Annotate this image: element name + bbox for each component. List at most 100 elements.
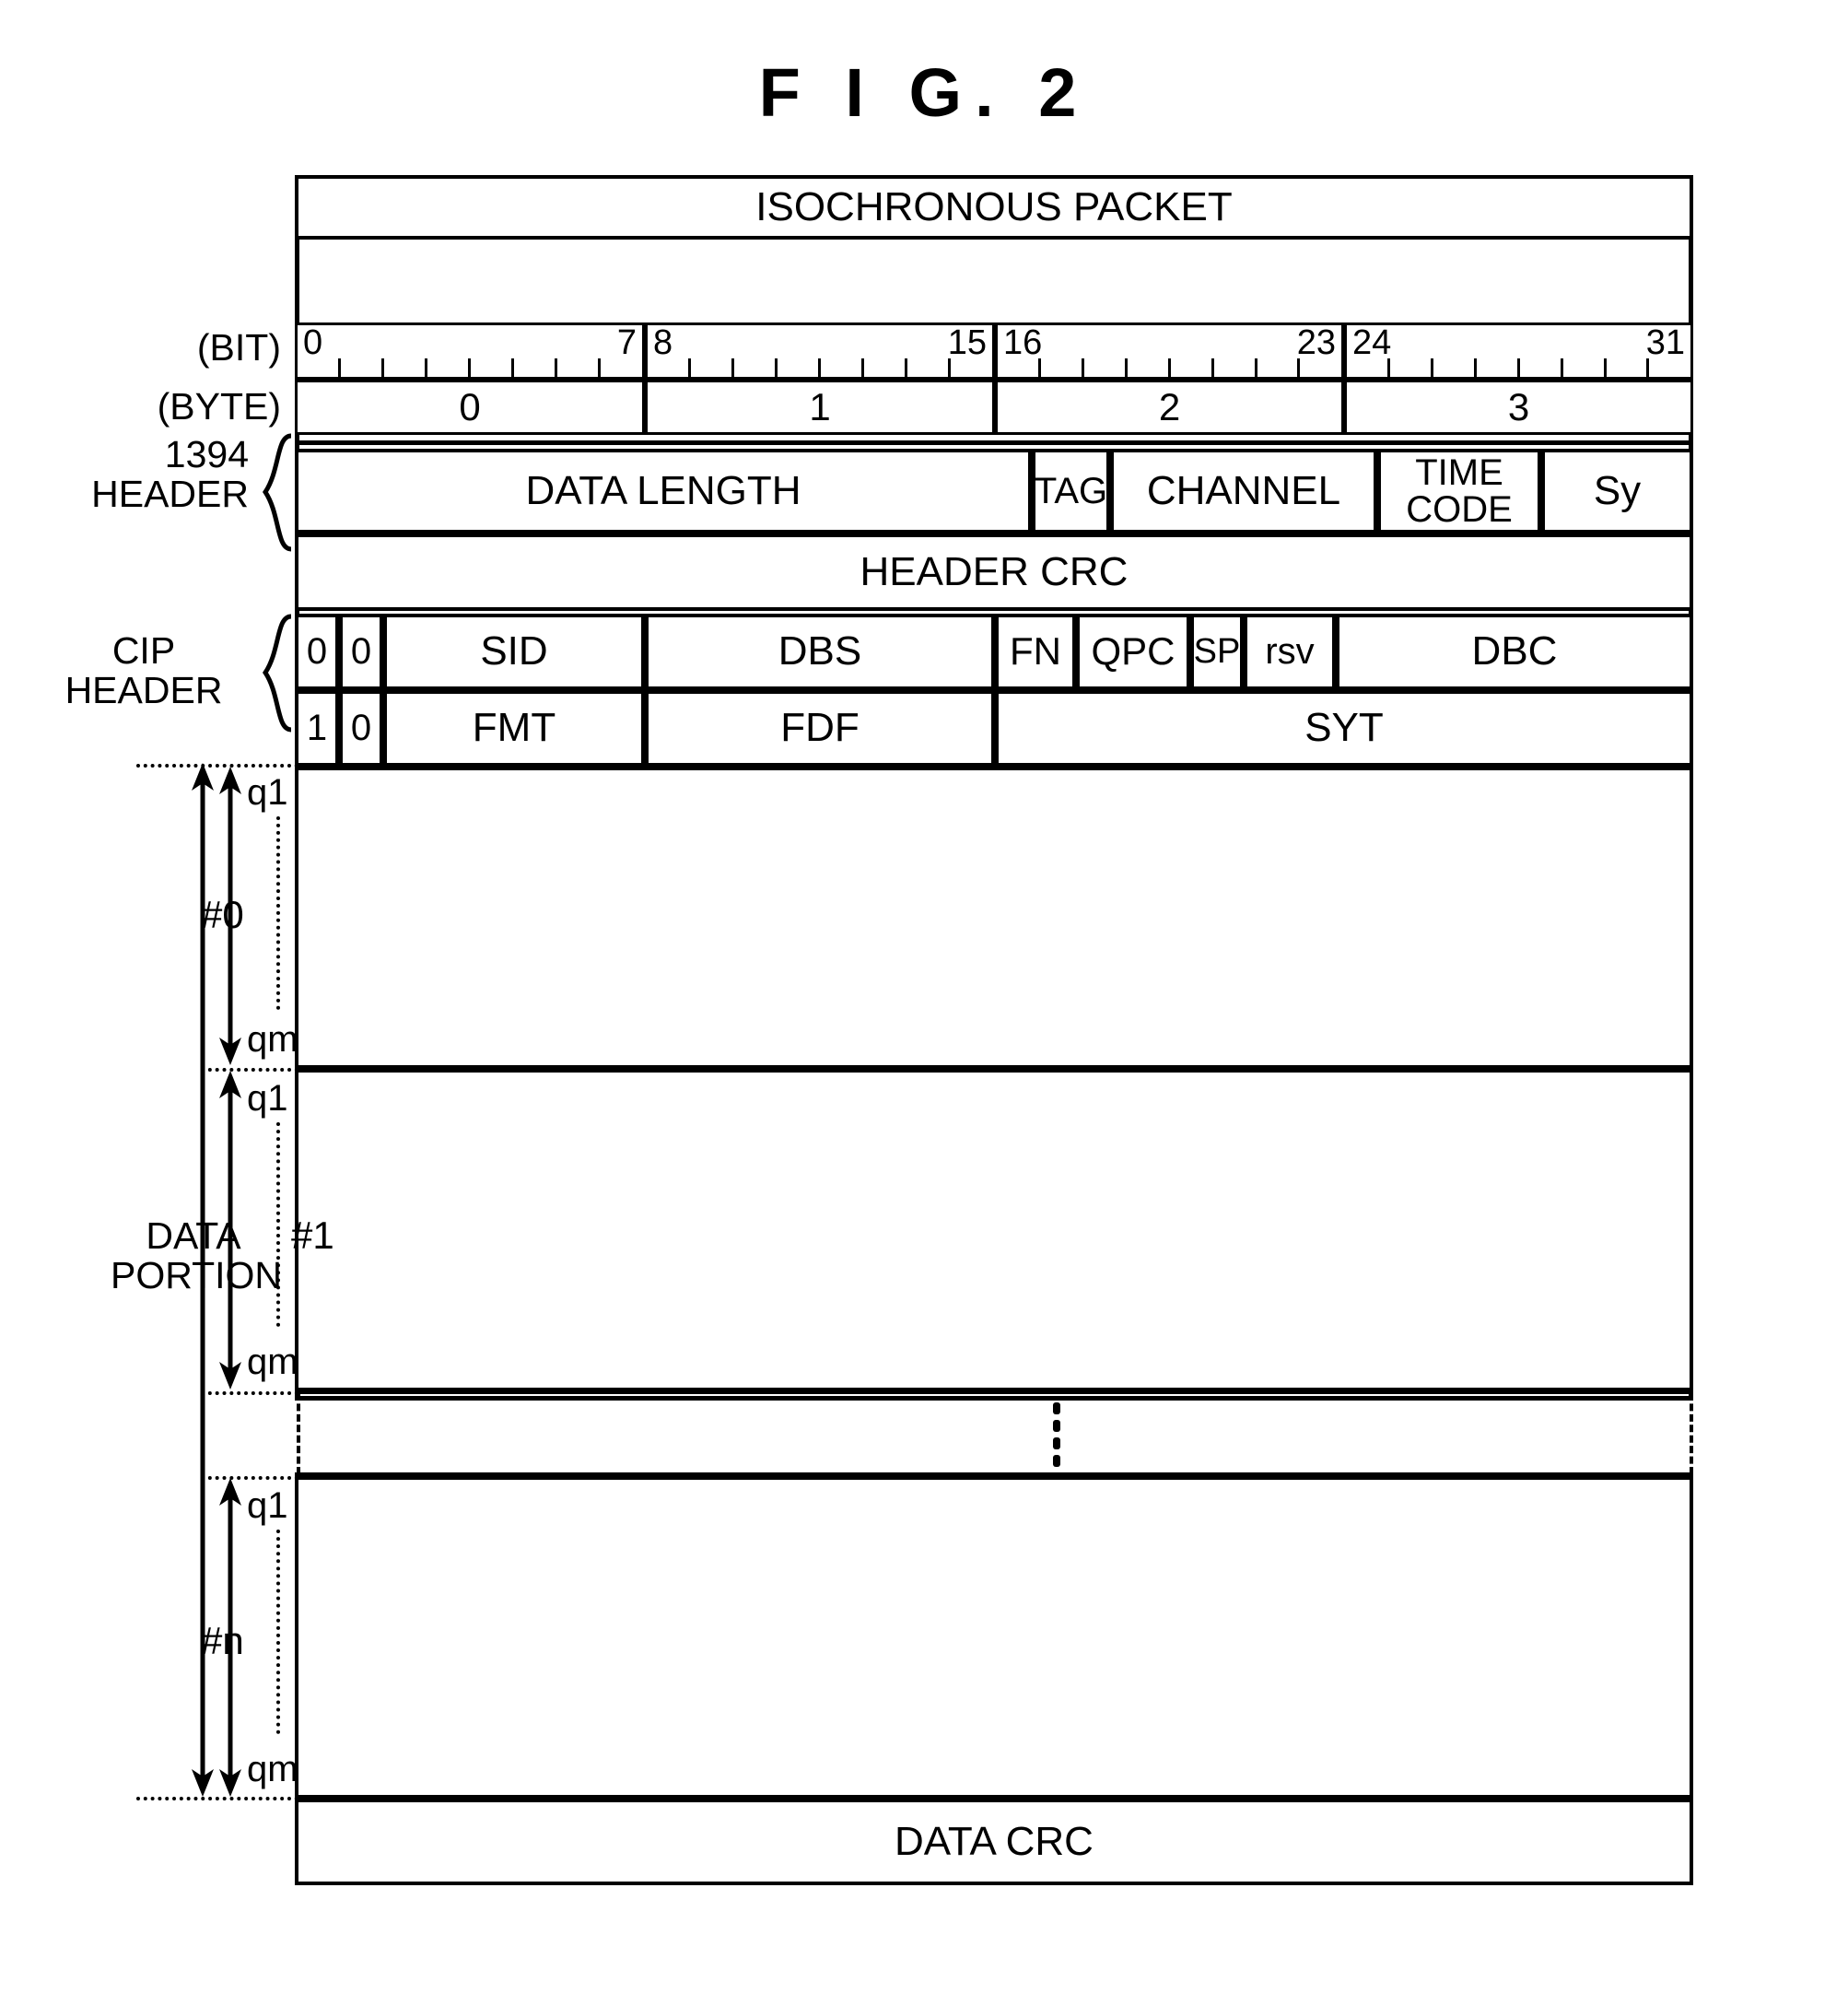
field-data-crc: DATA CRC <box>295 1799 1693 1885</box>
field-rsv: rsv <box>1244 614 1336 690</box>
bit-range-cell-2: 16 23 <box>995 322 1344 380</box>
field-header-crc: HEADER CRC <box>295 533 1693 611</box>
field-sp: SP <box>1190 614 1244 690</box>
byte-number-2: 2 <box>1158 384 1181 428</box>
cip-header-label-text: CIP HEADER <box>64 629 223 711</box>
field-dbs-label: DBS <box>778 628 862 674</box>
field-fmt: FMT <box>383 690 645 767</box>
bit-range-end-2: 23 <box>1296 323 1336 362</box>
field-channel-label: CHANNEL <box>1146 467 1341 513</box>
isochronous-packet-diagram: ISOCHRONOUS PACKET (BIT) (BYTE) 0 7 8 15… <box>0 0 1848 2005</box>
guide-line-block1-bottom <box>201 1391 298 1395</box>
bit-range-start-3: 24 <box>1352 323 1392 362</box>
field-qpc-label: QPC <box>1091 629 1175 674</box>
data-block-1 <box>295 1069 1693 1391</box>
data-block-n <box>295 1476 1693 1799</box>
data-block-1-top-label: q1 <box>247 1078 288 1119</box>
field-sp-label: SP <box>1193 632 1241 672</box>
field-time-code: TIME CODE <box>1377 449 1541 533</box>
byte-cell-3: 3 <box>1344 380 1693 435</box>
field-data-crc-label: DATA CRC <box>895 1818 1094 1864</box>
data-block-n-bottom-label: qm <box>247 1749 298 1789</box>
guide-line-bottom <box>136 1797 298 1800</box>
field-sid: SID <box>383 614 645 690</box>
ellipsis-gap-left-edge <box>297 1393 300 1474</box>
ellipsis-dots <box>1053 1402 1060 1467</box>
cip-header-brace <box>262 614 292 733</box>
bit-range-start-1: 8 <box>653 323 673 362</box>
cip-row2-bit1: 0 <box>339 690 383 767</box>
isochronous-packet-title: ISOCHRONOUS PACKET <box>755 183 1233 229</box>
cip-row2-bit0: 1 <box>295 690 339 767</box>
field-fn-label: FN <box>1010 629 1061 674</box>
cip-row2-bit1-label: 0 <box>350 708 372 749</box>
field-fdf-label: FDF <box>780 705 860 751</box>
cip-row1-bit1-label: 0 <box>350 631 372 673</box>
bit-range-end-3: 31 <box>1645 323 1685 362</box>
tick-row-0 <box>298 357 642 377</box>
field-header-crc-label: HEADER CRC <box>860 548 1129 594</box>
data-block-0-bottom-label: qm <box>247 1019 298 1060</box>
header-1394-label: 1394 HEADER <box>37 435 249 513</box>
field-data-length: DATA LENGTH <box>295 449 1032 533</box>
field-sy-label: Sy <box>1593 467 1642 513</box>
field-sy: Sy <box>1541 449 1693 533</box>
tick-row-3 <box>1347 357 1690 377</box>
data-portion-label: DATA PORTION <box>111 1215 282 1296</box>
cip-row1-bit0-label: 0 <box>306 631 328 673</box>
field-fn: FN <box>995 614 1076 690</box>
byte-cell-0: 0 <box>295 380 645 435</box>
field-sid-label: SID <box>480 628 548 674</box>
field-data-length-label: DATA LENGTH <box>525 467 801 513</box>
data-block-1-arrow <box>219 1071 241 1389</box>
field-syt: SYT <box>995 690 1693 767</box>
cip-row1-bit1: 0 <box>339 614 383 690</box>
cip-row2-bit0-label: 1 <box>306 708 328 749</box>
data-block-1-index: #1 <box>291 1214 334 1257</box>
byte-axis-label: (BYTE) <box>157 385 281 428</box>
field-fdf: FDF <box>645 690 995 767</box>
field-tag: TAG <box>1032 449 1110 533</box>
bit-range-end-1: 15 <box>947 323 987 362</box>
header-1394-brace <box>262 433 292 552</box>
tick-row-1 <box>648 357 992 377</box>
field-rsv-label: rsv <box>1265 631 1315 673</box>
bit-axis-label: (BIT) <box>196 326 281 369</box>
bit-range-cell-1: 8 15 <box>645 322 995 380</box>
ellipsis-gap-right-edge <box>1690 1393 1693 1474</box>
field-dbc-label: DBC <box>1471 628 1558 674</box>
field-fmt-label: FMT <box>472 705 556 751</box>
bit-range-cell-0: 0 7 <box>295 322 645 380</box>
isochronous-packet-title-cell: ISOCHRONOUS PACKET <box>295 175 1693 240</box>
bit-range-start-0: 0 <box>303 323 323 362</box>
field-tag-label: TAG <box>1034 470 1108 511</box>
byte-row-separator <box>295 440 1693 445</box>
cip-row1-bit0: 0 <box>295 614 339 690</box>
data-block-1-bottom-label: qm <box>247 1342 298 1382</box>
field-syt-label: SYT <box>1304 705 1384 751</box>
field-qpc: QPC <box>1076 614 1190 690</box>
field-channel: CHANNEL <box>1110 449 1377 533</box>
cip-header-label: CIP HEADER <box>37 631 251 709</box>
byte-number-0: 0 <box>459 384 481 428</box>
field-time-code-label: TIME CODE <box>1406 452 1513 530</box>
data-block-0-top-label: q1 <box>247 772 288 813</box>
byte-cell-2: 2 <box>995 380 1344 435</box>
ellipsis-gap-top-rule <box>295 1389 1693 1394</box>
data-portion-label-text: DATA PORTION <box>111 1214 283 1297</box>
byte-number-1: 1 <box>809 384 831 428</box>
data-block-0-quadlet-dots <box>276 816 280 1010</box>
byte-cell-1: 1 <box>645 380 995 435</box>
data-block-0-index: #0 <box>201 893 244 936</box>
field-dbs: DBS <box>645 614 995 690</box>
tick-row-2 <box>998 357 1341 377</box>
data-block-0 <box>295 767 1693 1069</box>
data-block-n-top-label: q1 <box>247 1485 288 1526</box>
data-block-n-quadlet-dots <box>276 1530 280 1734</box>
data-block-1-quadlet-dots <box>276 1122 280 1327</box>
field-dbc: DBC <box>1336 614 1693 690</box>
bit-range-start-2: 16 <box>1003 323 1043 362</box>
byte-number-3: 3 <box>1507 384 1530 428</box>
data-block-n-index: #n <box>201 1619 244 1662</box>
bit-range-cell-3: 24 31 <box>1344 322 1693 380</box>
